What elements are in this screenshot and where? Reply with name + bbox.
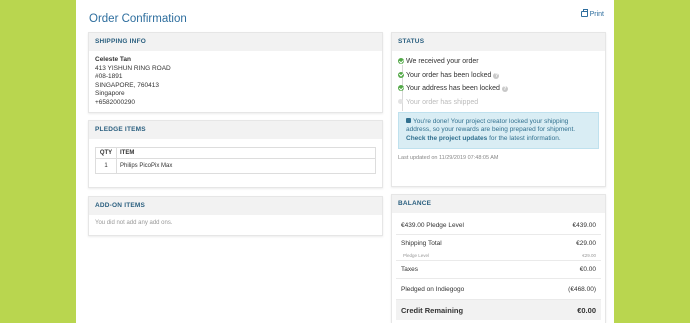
balance-row-pledge-level: €439.00 Pledge Level €439.00 — [396, 216, 601, 235]
balance-value: (€468.00) — [568, 285, 596, 293]
pledge-items-table: QTY ITEM 1 Philips PicoPix Max — [95, 147, 376, 174]
qty-column-header: QTY — [95, 147, 117, 159]
balance-row-pledged: Pledged on Indiegogo (€468.00) — [396, 279, 601, 300]
item-column-header: ITEM — [116, 147, 376, 159]
print-label: Print — [589, 11, 604, 18]
check-icon — [398, 71, 404, 78]
address-line: SINGAPORE, 760413 — [95, 81, 159, 89]
status-heading: STATUS — [392, 33, 605, 51]
pledge-items-heading: PLEDGE ITEMS — [89, 121, 382, 139]
credit-value: €0.00 — [577, 305, 596, 315]
status-step-address-locked: Your address has been locked? — [398, 82, 599, 96]
status-step-label: We received your order — [406, 58, 479, 65]
phone-number: +6582000290 — [95, 98, 135, 106]
table-row: 1 Philips PicoPix Max — [95, 158, 376, 174]
addons-empty-text: You did not add any add ons. — [95, 220, 173, 226]
balance-value: €0.00 — [579, 266, 596, 273]
check-icon — [398, 58, 404, 64]
addon-items-card: ADD-ON ITEMS You did not add any add ons… — [88, 196, 383, 236]
credit-label: Credit Remaining — [401, 305, 464, 315]
status-step-received: We received your order — [398, 55, 599, 69]
address-line: #08-1891 — [95, 73, 123, 81]
addon-items-heading: ADD-ON ITEMS — [89, 197, 382, 215]
balance-heading: BALANCE — [392, 195, 605, 213]
balance-row-credit: Credit Remaining €0.00 — [396, 300, 601, 320]
status-step-label: Your address has been locked — [406, 85, 500, 92]
check-icon — [398, 85, 404, 91]
balance-row-shipping: Shipping Total €29.00 Pledge Level €29.0… — [396, 235, 601, 261]
recipient-name: Celeste Tan — [95, 56, 132, 63]
help-icon[interactable]: ? — [501, 86, 508, 92]
balance-label: Pledged on Indiegogo — [401, 285, 465, 293]
balance-value: €439.00 — [572, 221, 597, 229]
item-name: Philips PicoPix Max — [116, 158, 376, 174]
page-header: Order Confirmation Print — [89, 9, 604, 25]
pledge-items-card: PLEDGE ITEMS QTY ITEM 1 Philips PicoPix … — [88, 120, 383, 188]
page-title: Order Confirmation — [89, 13, 187, 25]
help-icon[interactable]: ? — [493, 72, 500, 79]
balance-card: BALANCE €439.00 Pledge Level €439.00 Shi… — [391, 194, 606, 323]
order-page: Order Confirmation Print SHIPPING INFO C… — [76, 0, 614, 323]
alert-text: You're done! Your project creator locked… — [406, 118, 576, 134]
shipping-sub-label: Pledge Level — [403, 253, 430, 258]
address-line: 413 YISHUN RING ROAD — [95, 64, 171, 72]
address-line: Singapore — [95, 90, 125, 98]
status-step-label: Your order has been locked — [406, 71, 492, 79]
status-step-shipped: Your order has shipped — [398, 96, 599, 110]
balance-label: €439.00 Pledge Level — [401, 221, 464, 229]
printer-icon — [580, 9, 588, 17]
shipping-sub-value: €29.00 — [582, 253, 596, 258]
shipping-info-heading: SHIPPING INFO — [89, 33, 382, 51]
shipping-info-card: SHIPPING INFO Celeste Tan 413 YISHUN RIN… — [88, 32, 383, 113]
print-button[interactable]: Print — [580, 9, 604, 18]
balance-row-taxes: Taxes €0.00 — [396, 261, 601, 279]
pending-dot-icon — [398, 98, 403, 104]
status-step-label: Your order has shipped — [406, 98, 479, 106]
item-qty: 1 — [95, 158, 117, 174]
status-card: STATUS We received your order Your order… — [391, 32, 606, 187]
project-updates-link[interactable]: Check the project updates — [406, 135, 487, 142]
status-alert: You're done! Your project creator locked… — [398, 112, 599, 150]
status-step-order-locked: Your order has been locked? — [398, 69, 599, 83]
thumbs-up-icon — [406, 118, 411, 123]
alert-suffix: for the latest information. — [489, 134, 561, 142]
balance-label: Taxes — [401, 266, 418, 273]
last-updated-text: Last updated on 11/29/2019 07:48:05 AM — [398, 155, 499, 162]
